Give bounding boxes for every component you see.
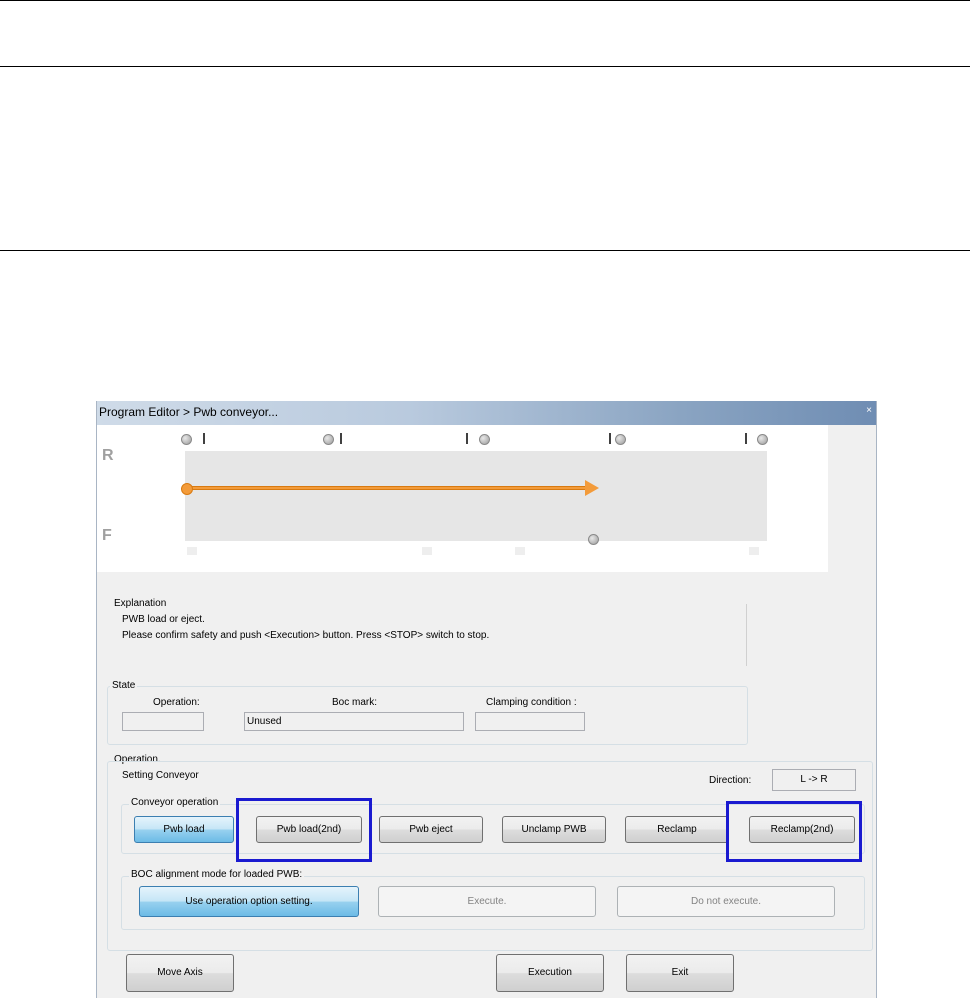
- window-title: Program Editor > Pwb conveyor...: [99, 405, 279, 419]
- sensor-icon: [615, 434, 626, 445]
- stopper-icon: [466, 433, 468, 444]
- sensor-icon: [323, 434, 334, 445]
- faint-marker: [515, 547, 525, 555]
- pwb-load-button[interactable]: Pwb load: [134, 816, 234, 843]
- direction-label: Direction:: [709, 775, 752, 786]
- sensor-icon: [588, 534, 599, 545]
- pwb-conveyor-window: Program Editor > Pwb conveyor... × R F E…: [96, 401, 877, 998]
- stopper-icon: [203, 433, 205, 444]
- conveyor-track: [185, 451, 767, 541]
- clamping-condition-field: [475, 712, 585, 731]
- state-heading: State: [110, 680, 138, 691]
- pwb-eject-button[interactable]: Pwb eject: [379, 816, 483, 843]
- execution-button[interactable]: Execution: [496, 954, 604, 992]
- move-axis-button[interactable]: Move Axis: [126, 954, 234, 992]
- use-operation-option-button[interactable]: Use operation option setting.: [139, 886, 359, 917]
- faint-marker: [749, 547, 759, 555]
- sensor-icon: [757, 434, 768, 445]
- do-not-execute-button[interactable]: Do not execute.: [617, 886, 835, 917]
- operation-field: [122, 712, 204, 731]
- stopper-icon: [609, 433, 611, 444]
- clamping-condition-label: Clamping condition :: [486, 697, 577, 708]
- stopper-icon: [340, 433, 342, 444]
- highlight-pwb-load-2nd: [236, 798, 372, 862]
- explanation-line-1: PWB load or eject.: [122, 614, 205, 625]
- front-label: F: [102, 527, 112, 544]
- close-icon[interactable]: ×: [866, 405, 872, 416]
- conveyor-diagram: R F: [97, 425, 828, 572]
- reclamp-button[interactable]: Reclamp: [625, 816, 729, 843]
- direction-field: L -> R: [772, 769, 856, 791]
- arrow-start-dot: [181, 483, 193, 495]
- boc-alignment-heading: BOC alignment mode for loaded PWB:: [129, 869, 305, 880]
- rule-bottom: [0, 250, 970, 251]
- rule-middle: [0, 66, 970, 67]
- rear-label: R: [102, 447, 114, 464]
- stopper-icon: [745, 433, 747, 444]
- boc-mark-label: Boc mark:: [332, 697, 378, 708]
- explanation-heading: Explanation: [114, 598, 167, 609]
- operation-label: Operation:: [153, 697, 200, 708]
- highlight-reclamp-2nd: [726, 801, 862, 862]
- conveyor-operation-heading: Conveyor operation: [129, 797, 221, 808]
- exit-button[interactable]: Exit: [626, 954, 734, 992]
- faint-marker: [187, 547, 197, 555]
- unclamp-pwb-button[interactable]: Unclamp PWB: [502, 816, 606, 843]
- title-bar[interactable]: Program Editor > Pwb conveyor... ×: [97, 401, 876, 425]
- execute-button[interactable]: Execute.: [378, 886, 596, 917]
- direction-arrow-icon: [585, 480, 599, 496]
- rule-top: [0, 0, 970, 1]
- explanation-line-2: Please confirm safety and push <Executio…: [122, 630, 490, 641]
- explanation-divider: [746, 604, 747, 666]
- setting-conveyor-label: Setting Conveyor: [122, 770, 199, 781]
- sensor-icon: [479, 434, 490, 445]
- faint-marker: [422, 547, 432, 555]
- sensor-icon: [181, 434, 192, 445]
- boc-mark-field: Unused: [244, 712, 464, 731]
- direction-arrow-line: [187, 486, 587, 490]
